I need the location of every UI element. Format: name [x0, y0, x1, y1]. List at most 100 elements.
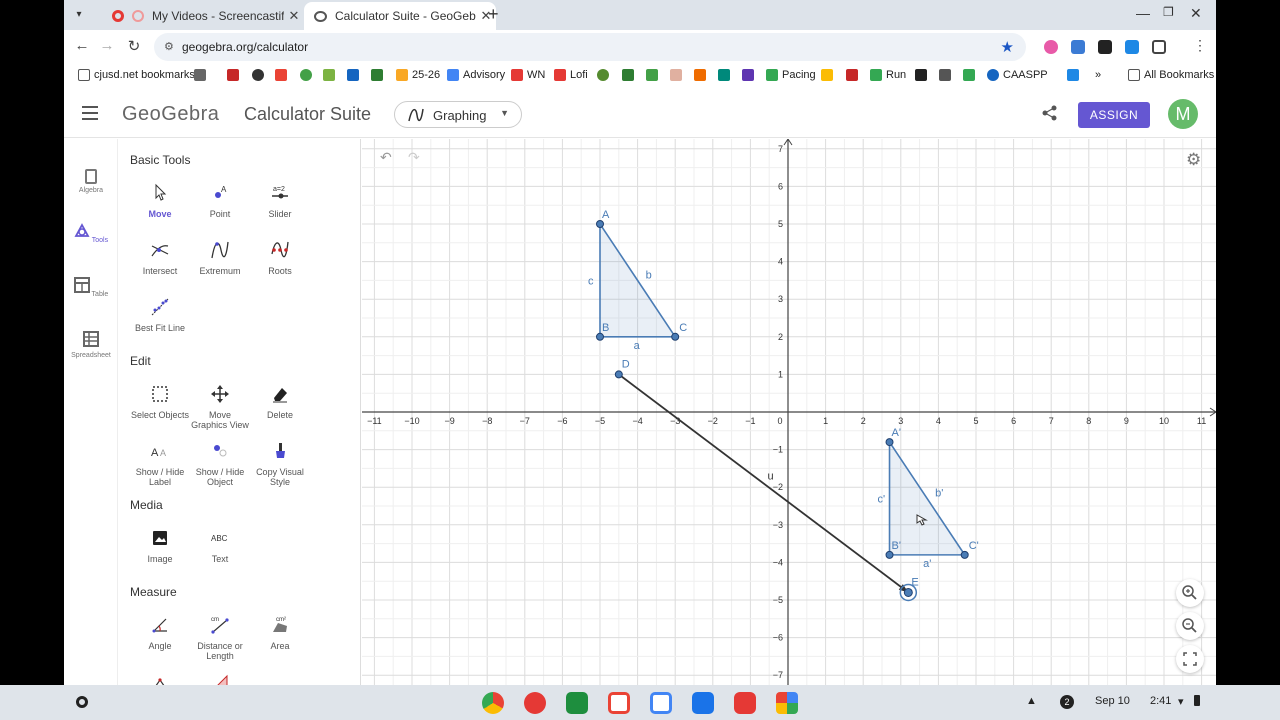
rail-item-algebra[interactable]: Algebra [64, 169, 118, 194]
reload-icon[interactable]: ↻ [124, 37, 144, 55]
hamburger-menu-icon[interactable] [82, 106, 98, 124]
bookmark-icon-only[interactable] [371, 69, 387, 81]
extension-icon[interactable] [1098, 40, 1112, 54]
tool-image[interactable]: Image [130, 528, 190, 564]
bookmark-icon-only[interactable] [1067, 69, 1083, 81]
zoom-in-button[interactable] [1176, 579, 1204, 607]
bookmark-lofi[interactable]: Lofi [554, 69, 588, 81]
address-bar[interactable]: ⚙ geogebra.org/calculator ★ [154, 33, 1026, 61]
bookmark-advisory[interactable]: Advisory [447, 69, 505, 81]
bookmark-icon-only[interactable] [694, 69, 710, 81]
tool-roots[interactable]: Roots [250, 240, 310, 276]
settings-gear-icon[interactable]: ⚙ [1186, 150, 1201, 170]
coordinate-plane[interactable]: −11 −10 −9 −8 −7 −6 −5 −4 −3 −2 −1 0 1 2 3 4 5 6 7 8 9 10 1176… [362, 139, 1216, 685]
screencastify-app-icon[interactable] [524, 692, 546, 714]
tool-more-measure[interactable] [190, 672, 250, 685]
tool-angle[interactable]: Angle [130, 615, 190, 651]
rail-item-table[interactable]: Table [64, 277, 118, 298]
rail-item-tools[interactable]: Tools [64, 223, 118, 244]
bookmark-icon-only[interactable] [347, 69, 363, 81]
bookmark-icon-only[interactable] [939, 69, 955, 81]
geogebra-logo[interactable]: GeoGebra [122, 103, 219, 126]
tool-intersect[interactable]: Intersect [130, 240, 190, 276]
new-tab-icon[interactable]: + [488, 4, 499, 25]
bookmark-icon-only[interactable] [252, 69, 268, 81]
battery-icon[interactable] [1194, 695, 1200, 706]
time-text[interactable]: 2:41 [1150, 695, 1171, 707]
extension-icon[interactable] [1125, 40, 1139, 54]
tool-select-objects[interactable]: Select Objects [130, 384, 190, 420]
close-tab-icon[interactable]: ✕ [284, 8, 304, 24]
tab-search-icon[interactable]: ▾ [70, 6, 88, 24]
tool-best-fit-line[interactable]: Best Fit Line [130, 297, 190, 333]
bookmark-icon-only[interactable] [300, 69, 316, 81]
site-info-icon[interactable]: ⚙ [164, 40, 174, 53]
bookmark-run[interactable]: Run [870, 69, 906, 81]
bookmark-caaspp[interactable]: CAASPP [987, 69, 1048, 81]
redo-icon[interactable]: ↷ [408, 149, 420, 166]
tab-screencastify[interactable]: My Videos - Screencastify ✕ [98, 2, 304, 30]
bookmark-icon-only[interactable] [275, 69, 291, 81]
bookmark-pacing[interactable]: Pacing [766, 69, 816, 81]
share-icon[interactable] [1042, 105, 1058, 121]
date-text[interactable]: Sep 10 [1095, 695, 1130, 707]
wifi-icon[interactable]: ▾ [1178, 695, 1184, 708]
bookmark-icon-only[interactable] [821, 69, 837, 81]
bookmark-wn[interactable]: WN [511, 69, 545, 81]
tool-text[interactable]: ABC Text [190, 528, 250, 564]
tool-delete[interactable]: Delete [250, 384, 310, 420]
bookmark-icon-only[interactable] [622, 69, 638, 81]
gmail-app-icon[interactable] [608, 692, 630, 714]
rail-item-spreadsheet[interactable]: Spreadsheet [64, 331, 118, 359]
back-icon[interactable]: ← [72, 37, 92, 54]
bookmarks-overflow-icon[interactable]: » [1095, 69, 1101, 81]
extension-icon[interactable] [1071, 40, 1085, 54]
close-window-icon[interactable]: ✕ [1190, 5, 1202, 22]
undo-icon[interactable]: ↶ [380, 149, 392, 166]
bookmark-icon-only[interactable] [915, 69, 931, 81]
bookmark-icon-only[interactable] [963, 69, 979, 81]
bookmark-icon-only[interactable] [646, 69, 662, 81]
bookmark-icon-only[interactable] [597, 69, 613, 81]
browser-menu-icon[interactable]: ⋮ [1190, 37, 1210, 54]
classroom-icon[interactable] [566, 692, 588, 714]
tool-show-hide-object[interactable]: Show / Hide Object [190, 441, 250, 487]
tool-area[interactable]: cm² Area [250, 615, 310, 651]
bookmark-folder[interactable]: cjusd.net bookmarks [78, 69, 195, 81]
calendar-icon[interactable] [650, 692, 672, 714]
play-store-icon[interactable] [776, 692, 798, 714]
tool-distance-or-length[interactable]: cm Distance or Length [190, 615, 250, 661]
bookmark-icon-only[interactable] [742, 69, 758, 81]
zoom-out-button[interactable] [1176, 612, 1204, 640]
all-bookmarks[interactable]: All Bookmarks [1128, 69, 1214, 81]
tool-point[interactable]: A Point [190, 183, 250, 219]
graphics-view[interactable]: −11 −10 −9 −8 −7 −6 −5 −4 −3 −2 −1 0 1 2 3 4 5 6 7 8 9 10 11 7 6… [362, 139, 1216, 685]
tool-move[interactable]: Move [130, 183, 190, 219]
bookmark-icon-only[interactable] [227, 69, 243, 81]
tool-slider[interactable]: a=2 Slider [250, 183, 310, 219]
youtube-app-icon[interactable] [734, 692, 756, 714]
chevron-up-icon[interactable]: ▲ [1026, 695, 1037, 707]
bookmark-icon-only[interactable] [718, 69, 734, 81]
minimize-icon[interactable]: — [1136, 5, 1150, 21]
app-select-dropdown[interactable]: Graphing ▼ [394, 101, 522, 128]
forward-icon[interactable]: → [97, 37, 117, 54]
assign-button[interactable]: ASSIGN [1078, 102, 1150, 128]
restore-icon[interactable]: ❐ [1163, 5, 1174, 19]
bookmark-icon-only[interactable] [846, 69, 862, 81]
bookmark-icon-only[interactable] [323, 69, 339, 81]
apps-icon[interactable] [194, 69, 210, 81]
files-icon[interactable] [692, 692, 714, 714]
tool-more-measure[interactable] [130, 672, 190, 685]
avatar[interactable]: M [1168, 99, 1198, 129]
fullscreen-button[interactable] [1176, 645, 1204, 673]
notification-count[interactable]: 2 [1060, 695, 1074, 709]
bookmark-25-26[interactable]: 25-26 [396, 69, 440, 81]
tool-show-hide-label[interactable]: AA Show / Hide Label [130, 441, 190, 487]
launcher-icon[interactable] [76, 696, 88, 708]
chrome-icon[interactable] [482, 692, 504, 714]
tool-move-graphics-view[interactable]: Move Graphics View [190, 384, 250, 430]
tab-geogebra[interactable]: Calculator Suite - GeoGebra ✕ [304, 2, 496, 30]
bookmark-icon-only[interactable] [670, 69, 686, 81]
extension-icon[interactable] [1044, 40, 1058, 54]
